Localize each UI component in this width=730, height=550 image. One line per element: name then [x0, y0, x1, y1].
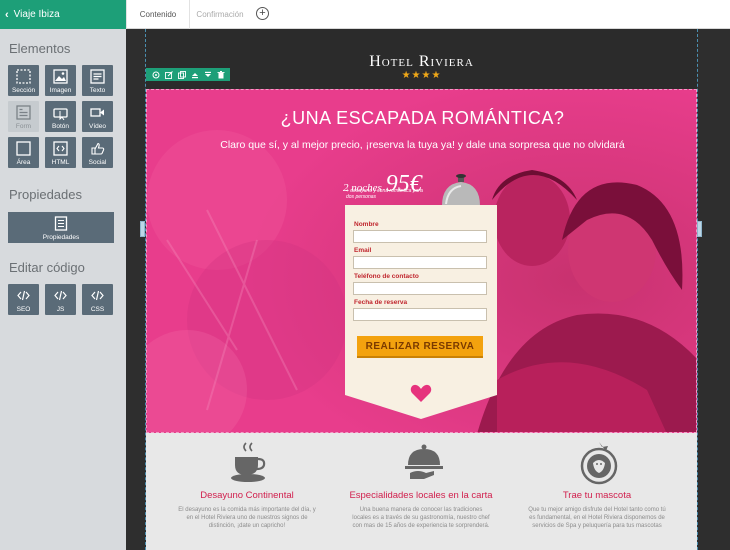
trash-icon[interactable]	[217, 70, 225, 79]
tool-label: Social	[88, 159, 107, 166]
landing-page-preview: Hotel Riviera ★★★★ ¿UNA ESCAPADA ROMÁNTI…	[146, 29, 697, 550]
tool-form[interactable]: Form	[8, 101, 39, 132]
features-section[interactable]: Desayuno Continental El desayuno es la c…	[146, 433, 697, 550]
booking-form: Nombre Email Teléfono de contacto Fecha …	[345, 205, 497, 421]
editor-app: ‹ Viaje Ibiza Contenido Confirmación + E…	[0, 0, 730, 550]
feature-title: Desayuno Continental	[200, 490, 294, 501]
element-toolbar	[146, 68, 230, 81]
coffee-cup-icon	[231, 442, 266, 482]
tool-label: Sección	[11, 87, 36, 94]
feature-pets: Trae tu mascota Que tu mejor amigo disfr…	[512, 433, 682, 550]
offer-description: + desayuno y cena romántica para dos per…	[346, 188, 423, 200]
image-icon	[53, 69, 68, 84]
feature-title: Especialidades locales en la carta	[349, 490, 493, 501]
tool-button[interactable]: Botón	[45, 101, 76, 132]
properties-title: Propiedades	[9, 187, 82, 202]
feature-local-food: Especialidades locales en la carta Una b…	[336, 433, 506, 550]
tab-confirmacion[interactable]: Confirmación	[190, 0, 250, 29]
pet-badge-icon	[580, 442, 618, 485]
tool-label: Botón	[52, 123, 69, 130]
text-icon	[90, 69, 105, 84]
tool-label: CSS	[90, 306, 105, 313]
tool-social[interactable]: Social	[82, 137, 113, 168]
feature-description: Una buena manera de conocer las tradicio…	[352, 507, 490, 529]
tool-section[interactable]: Sección	[8, 65, 39, 96]
feature-description: Que tu mejor amigo disfrute del Hotel ta…	[528, 507, 666, 529]
hero-title: ¿UNA ESCAPADA ROMÁNTICA?	[280, 108, 565, 128]
tool-label: JS	[56, 306, 65, 313]
chevron-left-icon: ‹	[5, 8, 9, 21]
feature-description: El desayuno es la comida más importante …	[178, 507, 316, 529]
html-icon	[53, 141, 68, 156]
tool-js[interactable]: JS	[45, 284, 76, 315]
name-field[interactable]	[353, 230, 487, 243]
top-bar: ‹ Viaje Ibiza Contenido Confirmación +	[0, 0, 730, 29]
layer-up-icon[interactable]	[191, 71, 199, 79]
hero-subtitle: Claro que sí, y al mejor precio, ¡reserv…	[220, 139, 625, 151]
tool-label: Vídeo	[89, 123, 106, 130]
page-guide-left	[145, 29, 146, 550]
code-icon	[17, 290, 30, 301]
code-icon	[91, 290, 104, 301]
move-icon[interactable]	[152, 71, 160, 79]
field-label: Teléfono de contacto	[354, 273, 419, 280]
duplicate-icon[interactable]	[177, 70, 186, 79]
tool-label: Form	[15, 123, 32, 130]
tool-area[interactable]: Área	[8, 137, 39, 168]
add-page-icon[interactable]: +	[256, 7, 269, 20]
resize-handle-left[interactable]	[140, 221, 145, 237]
date-field[interactable]	[353, 308, 487, 321]
social-icon	[91, 142, 105, 155]
field-label: Nombre	[354, 221, 379, 228]
hero-section[interactable]: ¿UNA ESCAPADA ROMÁNTICA? Claro que sí, y…	[146, 89, 697, 433]
phone-field[interactable]	[353, 282, 487, 295]
tool-label: Área	[16, 159, 31, 166]
tool-label: SEO	[16, 306, 31, 313]
resize-handle-right[interactable]	[697, 221, 702, 237]
edit-icon[interactable]	[164, 70, 173, 79]
sidebar: Elementos Sección Imagen Texto Form Botó…	[0, 29, 126, 550]
tab-contenido[interactable]: Contenido	[126, 0, 190, 29]
email-field[interactable]	[353, 256, 487, 269]
section-icon	[16, 69, 31, 84]
tool-image[interactable]: Imagen	[45, 65, 76, 96]
tool-label: HTML	[51, 159, 70, 166]
field-label: Fecha de reserva	[354, 299, 408, 306]
page-guide-right	[697, 29, 698, 550]
project-label: Viaje Ibiza	[13, 9, 60, 20]
elements-title: Elementos	[9, 41, 71, 56]
form-icon	[16, 105, 31, 120]
book-button[interactable]: REALIZAR RESERVA	[357, 336, 483, 358]
code-title: Editar código	[9, 260, 85, 275]
feature-title: Trae tu mascota	[562, 490, 632, 501]
document-icon	[54, 216, 68, 231]
heart-icon	[410, 384, 432, 402]
food-cloche-icon	[405, 444, 443, 479]
properties-button[interactable]: Propiedades	[8, 212, 114, 243]
tool-label: Imagen	[49, 87, 72, 94]
tool-video[interactable]: Vídeo	[82, 101, 113, 132]
tool-label: Texto	[89, 87, 106, 94]
tool-css[interactable]: CSS	[82, 284, 113, 315]
code-icon	[54, 290, 67, 301]
field-label: Email	[354, 247, 372, 254]
video-icon	[90, 108, 104, 117]
feature-breakfast: Desayuno Continental El desayuno es la c…	[162, 433, 332, 550]
button-icon	[53, 108, 68, 120]
tool-seo[interactable]: SEO	[8, 284, 39, 315]
tool-html[interactable]: HTML	[45, 137, 76, 168]
layer-down-icon[interactable]	[204, 71, 212, 79]
properties-button-label: Propiedades	[42, 234, 80, 241]
area-icon	[16, 141, 31, 156]
back-to-project-button[interactable]: ‹ Viaje Ibiza	[0, 0, 126, 29]
tool-text[interactable]: Texto	[82, 65, 113, 96]
